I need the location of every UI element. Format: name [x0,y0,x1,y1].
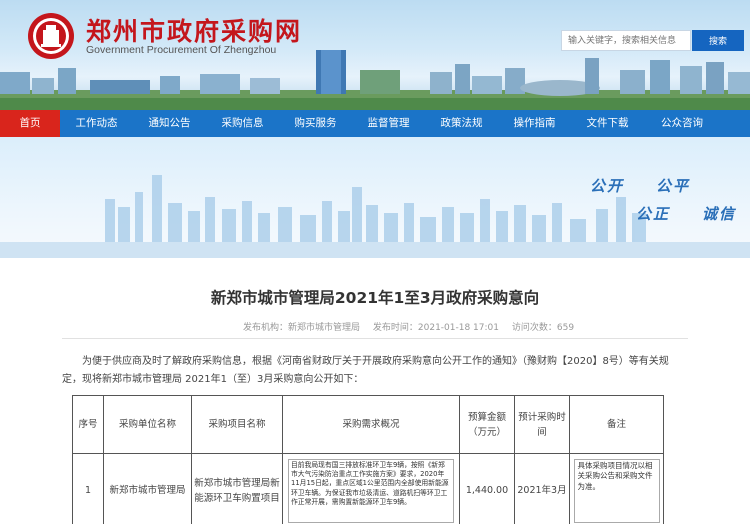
city-skyline-image [0,50,750,110]
nav-item-home[interactable]: 首页 [0,110,60,137]
cell-budget: 1,440.00 [459,453,515,524]
meta-publish-time: 发布时间：2021-01-18 17:01 [372,323,499,333]
banner-skyline-image [0,175,750,258]
emblem-logo-icon [28,13,74,59]
main-nav: 首页 工作动态 通知公告 采购信息 购买服务 监督管理 政策法规 操作指南 文件… [0,110,750,137]
banner: 公开 公平 公正 诚信 [0,137,750,258]
col-header-time: 预计采购时间 [514,395,570,454]
article-intro: 为便于供应商及时了解政府采购信息，根据《河南省财政厅关于开展政府采购意向公开工作… [62,356,669,385]
slogan-just: 公正 [636,205,671,223]
col-header-unit: 采购单位名称 [103,395,192,454]
slogan-open: 公开 [590,177,625,195]
slogan-integrity: 诚信 [702,205,737,223]
article-title: 新郑市城市管理局2021年1至3月政府采购意向 [210,289,540,307]
table-row: 1 新郑市城市管理局 新郑市城市管理局新能源环卫车购置项目 目前我局现有国三排放… [72,453,664,524]
col-header-project: 采购项目名称 [191,395,283,454]
article-content: 新郑市城市管理局2021年1至3月政府采购意向 发布机构：新郑市城市管理局 发布… [0,258,750,524]
cell-time: 2021年3月 [514,453,570,524]
nav-item-supervision[interactable]: 监督管理 [352,110,425,137]
cell-project: 新郑市城市管理局新能源环卫车购置项目 [191,453,283,524]
nav-item-downloads[interactable]: 文件下载 [571,110,644,137]
col-header-index: 序号 [72,395,104,454]
nav-item-public-consult[interactable]: 公众咨询 [644,110,720,137]
site-header: 郑州市政府采购网 Government Procurement Of Zheng… [0,0,750,110]
col-header-note: 备注 [569,395,664,454]
description-textarea[interactable]: 目前我局现有国三排放标准环卫车9辆，按照《新郑市大气污染防治重点工作实施方案》要… [288,458,454,523]
col-header-budget: 预算金额（万元） [459,395,515,454]
site-subtitle: Government Procurement Of Zhengzhou [86,44,277,56]
article-meta: 发布机构：新郑市城市管理局 发布时间：2021-01-18 17:01 访问次数… [243,320,584,333]
nav-item-procurement-info[interactable]: 采购信息 [206,110,279,137]
cell-note: 具体采购项目情况以相关采购公告和采购文件为准。 [569,453,664,524]
nav-item-notices[interactable]: 通知公告 [133,110,206,137]
nav-item-policies[interactable]: 政策法规 [425,110,498,137]
nav-item-purchase-services[interactable]: 购买服务 [279,110,352,137]
site-title: 郑州市政府采购网 [86,17,303,46]
search-button[interactable]: 搜索 [692,30,744,51]
table-header-row: 序号 采购单位名称 采购项目名称 采购需求概况 预算金额（万元） 预计采购时间 … [72,395,664,454]
procurement-table: 序号 采购单位名称 采购项目名称 采购需求概况 预算金额（万元） 预计采购时间 … [72,395,664,524]
meta-views: 访问次数：659 [511,323,575,333]
nav-item-guide[interactable]: 操作指南 [498,110,571,137]
divider [62,338,688,339]
note-textarea[interactable]: 具体采购项目情况以相关采购公告和采购文件为准。 [573,458,660,523]
cell-unit: 新郑市城市管理局 [103,453,192,524]
col-header-description: 采购需求概况 [282,395,460,454]
nav-item-work-news[interactable]: 工作动态 [60,110,133,137]
cell-description: 目前我局现有国三排放标准环卫车9辆，按照《新郑市大气污染防治重点工作实施方案》要… [282,453,460,524]
search-input[interactable] [561,30,691,51]
meta-publisher: 发布机构：新郑市城市管理局 [243,323,361,333]
cell-index: 1 [72,453,104,524]
slogan-fair: 公平 [656,177,691,195]
